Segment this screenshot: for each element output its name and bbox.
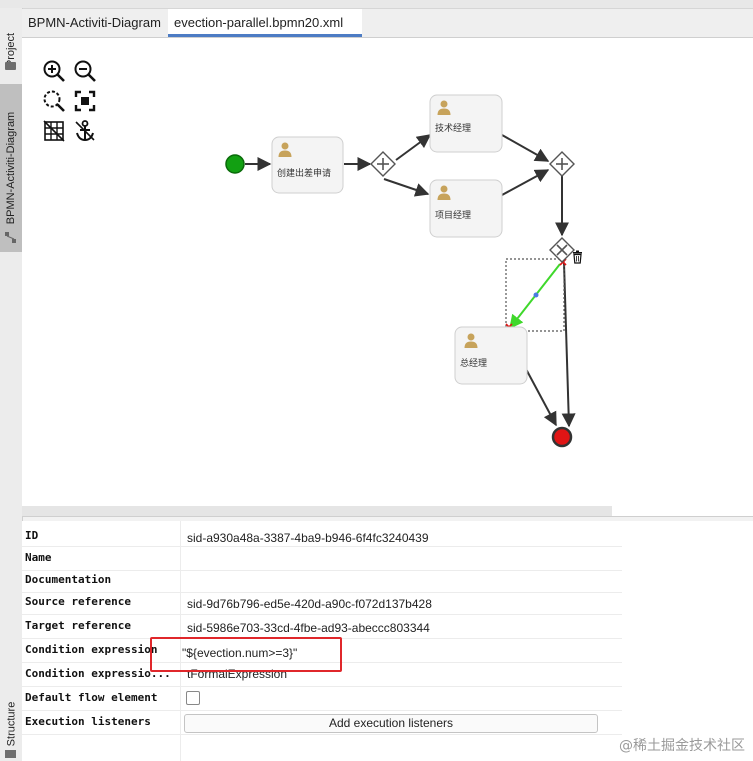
add-execution-listeners-button[interactable]: Add execution listeners: [184, 714, 598, 733]
diagram-icon: [5, 228, 16, 243]
exclusive-gateway[interactable]: [549, 237, 575, 263]
task-label: 技术经理: [435, 122, 471, 134]
end-event[interactable]: [551, 426, 573, 448]
property-value-target-reference[interactable]: sid-5986e703-33cd-4fbe-ad93-abeccc803344: [187, 621, 430, 635]
property-key: Condition expressio...: [25, 667, 171, 680]
property-row-target-reference: Target reference sid-5986e703-33cd-4fbe-…: [22, 615, 622, 639]
side-tab-structure-label: Structure: [5, 701, 18, 747]
parallel-gateway-join[interactable]: [549, 151, 575, 177]
watermark: @稀土掘金技术社区: [619, 738, 745, 754]
side-tab-project[interactable]: Project: [0, 16, 22, 84]
task-tech-manager[interactable]: 技术经理: [429, 94, 503, 153]
side-tab-bpmn-label: BPMN-Activiti-Diagram: [5, 111, 17, 225]
property-value-id[interactable]: sid-a930a48a-3387-4ba9-b946-6f4fc3240439: [187, 531, 429, 545]
property-key: Source reference: [25, 595, 131, 608]
task-label: 创建出差申请: [277, 167, 331, 179]
property-key: Execution listeners: [25, 715, 151, 728]
task-project-manager[interactable]: 项目经理: [429, 179, 503, 238]
property-row-name: Name: [22, 547, 622, 571]
tab-evection-parallel-xml[interactable]: evection-parallel.bpmn20.xml: [168, 9, 362, 37]
task-general-manager[interactable]: 总经理: [454, 326, 528, 385]
highlight-box: [150, 637, 342, 672]
flow-midpoint-handle[interactable]: [533, 292, 539, 298]
task-label: 项目经理: [435, 209, 471, 221]
flow-project-to-join[interactable]: [501, 169, 550, 196]
trash-icon[interactable]: [573, 250, 582, 264]
property-key: Documentation: [25, 573, 112, 586]
property-row-default-flow: Default flow element: [22, 687, 622, 711]
property-row-source-reference: Source reference sid-9d76b796-ed5e-420d-…: [22, 591, 622, 615]
horizontal-scrollbar[interactable]: [22, 506, 612, 516]
properties-panel: ID sid-a930a48a-3387-4ba9-b946-6f4fc3240…: [22, 521, 753, 761]
tab-label: evection-parallel.bpmn20.xml: [174, 15, 344, 30]
property-row-documentation: Documentation: [22, 569, 622, 593]
flow-tech-to-join[interactable]: [501, 134, 550, 162]
bpmn-diagram-canvas[interactable]: 创建出差申请 技术经理 项目经理 总经理: [22, 38, 753, 517]
property-key: Condition expression: [25, 643, 158, 656]
property-value-source-reference[interactable]: sid-9d76b796-ed5e-420d-a90c-f072d137b428: [187, 597, 432, 611]
tab-bpmn-activiti-diagram[interactable]: BPMN-Activiti-Diagram: [22, 9, 167, 37]
property-key: Name: [25, 551, 52, 564]
property-key: ID: [25, 529, 39, 542]
top-window-strip: [0, 0, 753, 9]
task-label: 总经理: [460, 357, 487, 369]
parallel-gateway-fork[interactable]: [370, 151, 396, 177]
property-key: Target reference: [25, 619, 131, 632]
task-create-evection[interactable]: 创建出差申请: [271, 136, 344, 194]
editor-tab-bar: BPMN-Activiti-Diagram evection-parallel.…: [22, 9, 753, 38]
property-key: Default flow element: [25, 691, 158, 704]
left-tool-window-bar: Project BPMN-Activiti-Diagram Structure: [0, 8, 23, 761]
start-event[interactable]: [225, 154, 245, 174]
flow-general-to-end[interactable]: [525, 368, 557, 427]
default-flow-checkbox[interactable]: [186, 691, 200, 705]
folder-icon: [5, 62, 16, 70]
flow-fork-to-project[interactable]: [383, 178, 430, 197]
side-tab-structure[interactable]: Structure: [0, 693, 22, 755]
diagram-svg: 创建出差申请 技术经理 项目经理 总经理: [225, 94, 582, 448]
flow-exclusive-to-end[interactable]: [561, 262, 576, 428]
flow-fork-to-tech[interactable]: [395, 134, 432, 161]
side-tab-bpmn-activiti-diagram[interactable]: BPMN-Activiti-Diagram: [0, 84, 22, 252]
tab-label: BPMN-Activiti-Diagram: [28, 15, 161, 30]
structure-icon: [5, 750, 16, 758]
property-row-id: ID sid-a930a48a-3387-4ba9-b946-6f4fc3240…: [22, 523, 622, 547]
